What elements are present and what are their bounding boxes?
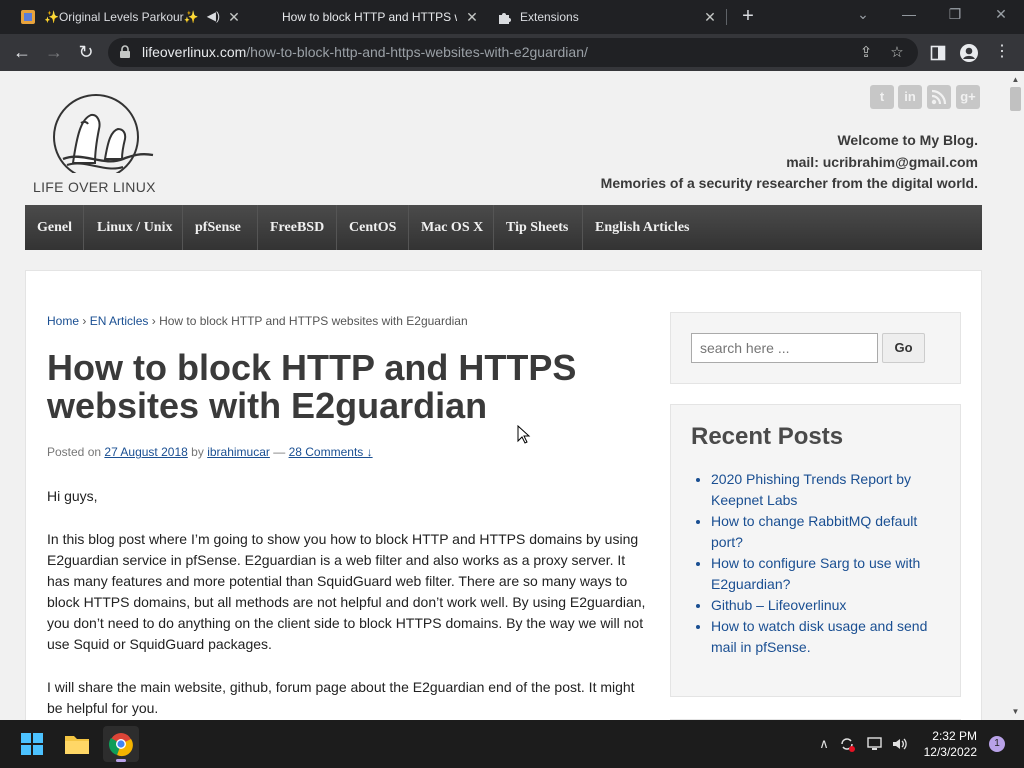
lock-icon[interactable] — [118, 45, 132, 59]
recent-post-link[interactable]: How to change RabbitMQ default port? — [711, 511, 936, 553]
profile-avatar-icon[interactable] — [958, 42, 980, 64]
scrollbar-thumb[interactable] — [1010, 87, 1021, 111]
menu-item-tip-sheets[interactable]: Tip Sheets — [494, 205, 580, 250]
recent-posts-list: 2020 Phishing Trends Report by Keepnet L… — [711, 469, 936, 658]
search-go-button[interactable]: Go — [882, 333, 925, 363]
notification-badge[interactable]: 1 — [989, 736, 1005, 752]
volume-icon[interactable] — [891, 735, 909, 753]
menu-item-pfsense[interactable]: pfSense — [183, 205, 253, 250]
post-paragraph: In this blog post where I’m going to sho… — [47, 531, 646, 652]
minimize-icon[interactable]: — — [886, 0, 932, 30]
tab-active-article[interactable]: How to block HTTP and HTTPS w ✕ — [250, 0, 488, 34]
site-logo[interactable]: LIFE OVER LINUX — [33, 93, 163, 197]
tab-search-chevron-icon[interactable]: ⌄ — [840, 0, 886, 30]
bookmark-star-icon[interactable]: ☆ — [888, 44, 906, 62]
recent-post-link[interactable]: How to watch disk usage and send mail in… — [711, 616, 936, 658]
side-panel-icon[interactable] — [927, 42, 949, 64]
tab-title: ✨Original Levels Parkour✨ — [44, 10, 199, 24]
logo-text: LIFE OVER LINUX — [33, 179, 156, 195]
breadcrumb-separator: › — [151, 314, 156, 328]
recent-post-link[interactable]: 2020 Phishing Trends Report by Keepnet L… — [711, 469, 936, 511]
breadcrumb-current: How to block HTTP and HTTPS websites wit… — [159, 314, 468, 328]
address-bar[interactable]: lifeoverlinux.com/how-to-block-http-and-… — [108, 38, 918, 67]
tab-parkour[interactable]: ✨Original Levels Parkour✨ ◀) ✕ — [12, 0, 250, 34]
recent-posts-title: Recent Posts — [691, 423, 844, 450]
chrome-taskbar-icon[interactable] — [103, 726, 139, 762]
sync-icon[interactable] — [838, 735, 856, 753]
breadcrumb: Home › EN Articles › How to block HTTP a… — [47, 314, 468, 328]
post-paragraph: Hi guys, — [47, 488, 98, 504]
forward-arrow-icon[interactable]: → — [41, 39, 67, 65]
recent-posts-widget: Recent Posts 2020 Phishing Trends Report… — [670, 404, 961, 697]
menu-item-freebsd[interactable]: FreeBSD — [258, 205, 336, 250]
welcome-text: Welcome to My Blog. — [837, 132, 978, 148]
close-tab-icon[interactable]: ✕ — [464, 9, 480, 25]
recent-post-link[interactable]: How to configure Sarg to use with E2guar… — [711, 553, 936, 595]
clock-time: 2:32 PM — [932, 729, 977, 743]
kebab-menu-icon[interactable]: ⋮ — [991, 42, 1013, 64]
menu-item-english-articles[interactable]: English Articles — [583, 205, 702, 250]
taskbar-clock[interactable]: 2:32 PM 12/3/2022 — [924, 728, 977, 760]
breadcrumb-home-link[interactable]: Home — [47, 314, 79, 328]
content-card: Home › EN Articles › How to block HTTP a… — [25, 270, 982, 720]
linkedin-icon[interactable]: in — [898, 85, 922, 109]
tab-extensions[interactable]: Extensions ✕ — [488, 0, 726, 34]
post-date-link[interactable]: 27 August 2018 — [104, 445, 187, 459]
page-viewport: LIFE OVER LINUX t in g+ Welcome to My Bl… — [0, 71, 1024, 720]
tab-title: How to block HTTP and HTTPS w — [282, 10, 457, 24]
main-nav-menu: Genel Linux / Unix pfSense FreeBSD CentO… — [25, 205, 982, 250]
posted-on-label: Posted on — [47, 445, 102, 459]
menu-item-mac-os-x[interactable]: Mac OS X — [409, 205, 495, 250]
menu-divider — [83, 205, 84, 250]
google-plus-icon[interactable]: g+ — [956, 85, 980, 109]
comments-link[interactable]: 28 Comments ↓ — [289, 445, 373, 459]
puzzle-piece-icon — [496, 9, 512, 25]
network-icon[interactable] — [866, 735, 884, 753]
twitter-icon[interactable]: t — [870, 85, 894, 109]
tagline-text: Memories of a security researcher from t… — [600, 175, 978, 191]
browser-tab-strip: ✨Original Levels Parkour✨ ◀) ✕ How to bl… — [0, 0, 1024, 34]
clock-date: 12/3/2022 — [923, 745, 977, 759]
post-paragraph: I will share the main website, github, f… — [47, 679, 635, 716]
menu-item-linux-unix[interactable]: Linux / Unix — [85, 205, 184, 250]
menu-item-centos[interactable]: CentOS — [337, 205, 408, 250]
game-favicon-icon — [20, 9, 36, 25]
menu-item-genel[interactable]: Genel — [25, 205, 84, 250]
recent-post-link[interactable]: Github – Lifeoverlinux — [711, 595, 936, 616]
file-explorer-icon[interactable] — [59, 726, 95, 762]
windows-taskbar: ∧ 2:32 PM 12/3/2022 1 — [0, 720, 1024, 768]
post-meta: Posted on 27 August 2018 by ibrahimucar … — [47, 445, 373, 459]
close-tab-icon[interactable]: ✕ — [702, 9, 718, 25]
back-arrow-icon[interactable]: ← — [9, 39, 35, 65]
speaker-icon[interactable]: ◀) — [207, 9, 220, 23]
breadcrumb-section-link[interactable]: EN Articles — [90, 314, 149, 328]
by-label: by — [191, 445, 204, 459]
url-text[interactable]: lifeoverlinux.com/how-to-block-http-and-… — [142, 44, 588, 60]
reload-icon[interactable]: ↻ — [73, 39, 99, 65]
rss-icon[interactable] — [927, 85, 951, 109]
scroll-up-arrow-icon[interactable]: ▲ — [1011, 75, 1020, 84]
meta-dash: — — [273, 445, 286, 459]
breadcrumb-separator: › — [82, 314, 87, 328]
close-tab-icon[interactable]: ✕ — [226, 9, 242, 25]
close-window-icon[interactable]: ✕ — [978, 0, 1024, 30]
restore-icon[interactable]: ❐ — [932, 0, 978, 30]
chevron-up-icon[interactable]: ∧ — [815, 735, 833, 753]
mail-text: mail: ucribrahim@gmail.com — [786, 154, 978, 170]
windows-start-icon[interactable] — [14, 726, 50, 762]
tab-divider — [726, 9, 727, 25]
browser-toolbar: ← → ↻ lifeoverlinux.com/how-to-block-htt… — [0, 34, 1024, 71]
page-scrollbar[interactable]: ▲ ▼ — [1007, 71, 1024, 720]
search-widget: Go — [670, 312, 961, 384]
search-input[interactable] — [691, 333, 878, 363]
new-tab-icon[interactable]: + — [736, 5, 760, 29]
post-title: How to block HTTP and HTTPS websites wit… — [47, 347, 577, 426]
scroll-down-arrow-icon[interactable]: ▼ — [1011, 707, 1020, 716]
penguins-logo-icon — [53, 94, 154, 180]
tab-title: Extensions — [520, 10, 579, 24]
author-link[interactable]: ibrahimucar — [207, 445, 270, 459]
share-icon[interactable]: ⇪ — [857, 44, 875, 62]
mouse-cursor-icon — [517, 425, 531, 444]
